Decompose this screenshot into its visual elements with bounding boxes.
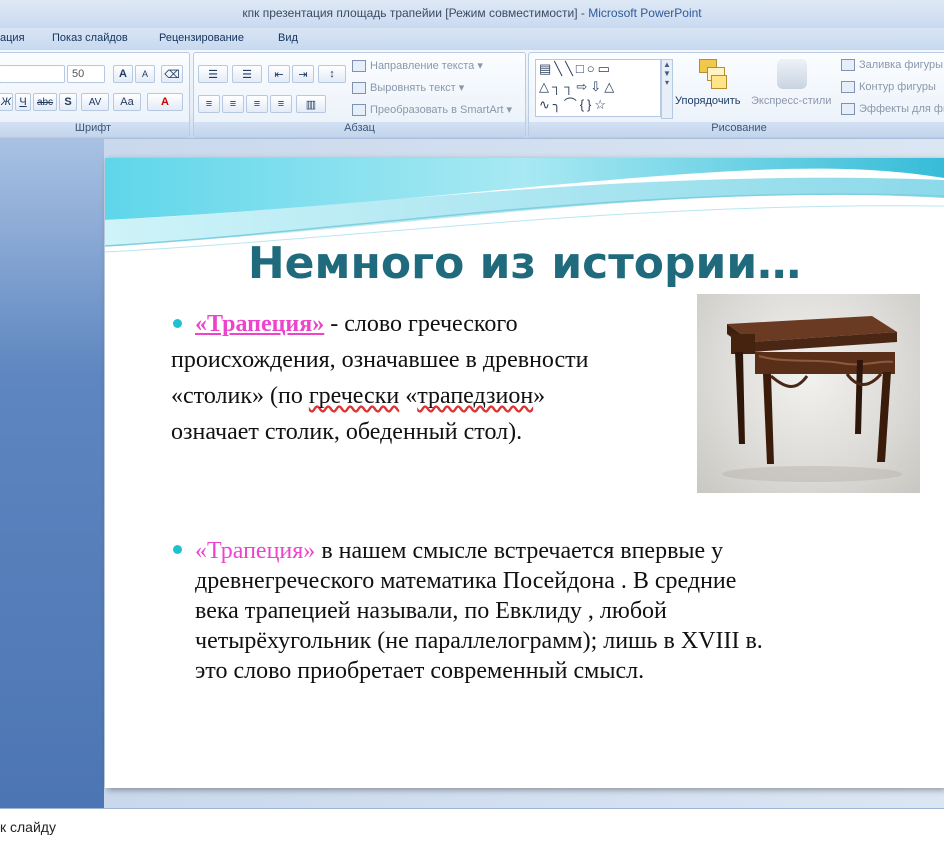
title-bar: кпк презентация площадь трапейии [Режим … bbox=[0, 0, 944, 29]
tab-slideshow[interactable]: Показ слайдов bbox=[52, 32, 128, 44]
increase-indent-button[interactable]: ⇥ bbox=[292, 65, 314, 83]
slides-pane[interactable] bbox=[0, 139, 104, 808]
shrink-font-button[interactable]: A bbox=[135, 65, 155, 83]
clear-format-button[interactable]: ⌫ bbox=[161, 65, 183, 83]
slide-title[interactable]: Немного из истории… bbox=[105, 238, 944, 289]
numbering-button[interactable]: ☰ bbox=[232, 65, 262, 83]
change-case-button[interactable]: Aa bbox=[113, 93, 141, 111]
text-direction-button[interactable]: Направление текста ▾ bbox=[352, 59, 483, 73]
pen-icon bbox=[841, 81, 855, 94]
shape-effects-button[interactable]: Эффекты для фи bbox=[841, 103, 944, 116]
italic-button[interactable]: Ж bbox=[0, 93, 13, 111]
numbered-list-icon: ☰ bbox=[242, 68, 252, 81]
align-right-icon: ≡ bbox=[253, 98, 261, 110]
shapes-row-1: ▤╲╲□○▭ bbox=[539, 61, 613, 76]
underline-button[interactable]: Ч bbox=[15, 93, 31, 111]
decrease-indent-button[interactable]: ⇤ bbox=[268, 65, 290, 83]
table-image bbox=[722, 316, 902, 482]
char-spacing-button[interactable]: AV bbox=[81, 93, 109, 111]
p2-line-4: четырёхугольник (не параллелограмм); лиш… bbox=[195, 628, 763, 654]
paragraph-group: ☰ ☰ ⇤ ⇥ ↕ ≡ ≡ ≡ ≡ ▥ Направление текста ▾… bbox=[193, 52, 526, 138]
justify-icon: ≡ bbox=[277, 98, 285, 110]
window-title: кпк презентация площадь трапейии [Режим … bbox=[242, 6, 702, 20]
bullets-button[interactable]: ☰ bbox=[198, 65, 228, 83]
columns-button[interactable]: ▥ bbox=[296, 95, 326, 113]
align-center-icon: ≡ bbox=[229, 98, 237, 110]
drawing-group: ▤╲╲□○▭ △┐┐⇨⇩△ ∿╮⌒{}☆ ▲ ▼ ▾ Упорядочить Экс… bbox=[528, 52, 944, 138]
notes-pane[interactable]: к слайду bbox=[0, 808, 944, 849]
align-left-icon: ≡ bbox=[205, 98, 213, 110]
p2-line-5: это слово приобретает современный смысл. bbox=[195, 658, 645, 684]
text-direction-icon bbox=[352, 60, 366, 73]
shapes-row-2: △┐┐⇨⇩△ bbox=[539, 79, 618, 94]
smartart-icon bbox=[352, 104, 366, 117]
bullet-dot bbox=[173, 545, 182, 554]
p1-line-3: «столик» (по гречески «трапедзион» bbox=[171, 383, 546, 409]
p1-line-1: «Трапеция» - слово греческого bbox=[195, 311, 518, 337]
paragraph-2[interactable]: «Трапеция» в нашем смысле встречается вп… bbox=[195, 536, 935, 686]
quick-styles-icon bbox=[777, 59, 807, 89]
p1-line-4: означает столик, обеденный стол). bbox=[171, 419, 523, 445]
align-text-button[interactable]: Выровнять текст ▾ bbox=[352, 81, 464, 95]
shape-outline-button[interactable]: Контур фигуры bbox=[841, 81, 936, 94]
effects-icon bbox=[841, 103, 855, 116]
ribbon-tabs: ация Показ слайдов Рецензирование Вид bbox=[0, 28, 944, 50]
paragraph-group-label: Абзац bbox=[194, 122, 525, 137]
align-left-button[interactable]: ≡ bbox=[198, 95, 220, 113]
line-spacing-icon: ↕ bbox=[329, 68, 335, 80]
drawing-group-label: Рисование bbox=[529, 122, 944, 137]
align-text-icon bbox=[352, 82, 366, 95]
font-group: 50 A A ⌫ Ж Ч abc S AV Aa A Шрифт bbox=[0, 52, 190, 138]
paint-bucket-icon bbox=[841, 59, 855, 72]
align-center-button[interactable]: ≡ bbox=[222, 95, 244, 113]
justify-button[interactable]: ≡ bbox=[270, 95, 292, 113]
shadow-button[interactable]: S bbox=[59, 93, 77, 111]
tab-view[interactable]: Вид bbox=[278, 32, 298, 44]
outdent-icon: ⇤ bbox=[274, 68, 284, 81]
shape-fill-button[interactable]: Заливка фигуры bbox=[841, 59, 943, 72]
p2-line-3: века трапецией называли, по Евклиду , лю… bbox=[195, 598, 667, 624]
columns-icon: ▥ bbox=[305, 98, 317, 111]
font-group-label: Шрифт bbox=[0, 122, 189, 137]
shapes-scroll[interactable]: ▲ ▼ ▾ bbox=[661, 59, 673, 119]
quick-styles-button[interactable]: Экспресс-стили bbox=[751, 95, 831, 107]
grow-font-button[interactable]: A bbox=[113, 65, 133, 83]
slide[interactable]: Немного из истории… «Трапеция» - слово г… bbox=[105, 158, 944, 788]
convert-smartart-button[interactable]: Преобразовать в SmartArt ▾ bbox=[352, 103, 512, 117]
bullet-list-icon: ☰ bbox=[208, 68, 218, 81]
align-right-button[interactable]: ≡ bbox=[246, 95, 268, 113]
term-link[interactable]: «Трапеция» bbox=[195, 311, 324, 337]
paragraph-1[interactable]: «Трапеция» - слово греческого происхожде… bbox=[171, 306, 711, 450]
arrange-icon bbox=[697, 57, 727, 89]
eraser-icon: ⌫ bbox=[164, 68, 180, 81]
table-photo[interactable] bbox=[697, 294, 920, 493]
term-highlight: «Трапеция» bbox=[195, 538, 316, 564]
indent-icon: ⇥ bbox=[298, 68, 308, 81]
arrange-button[interactable]: Упорядочить bbox=[675, 95, 740, 107]
font-color-button[interactable]: A bbox=[147, 93, 183, 111]
notes-placeholder: к слайду bbox=[0, 819, 56, 835]
p1-line-2: происхождения, означавшее в древности bbox=[171, 347, 589, 373]
font-size-input[interactable]: 50 bbox=[67, 65, 105, 83]
line-spacing-button[interactable]: ↕ bbox=[318, 65, 346, 83]
tab-review[interactable]: Рецензирование bbox=[159, 32, 244, 44]
tab-animation[interactable]: ация bbox=[0, 32, 25, 44]
ribbon: 50 A A ⌫ Ж Ч abc S AV Aa A Шрифт ☰ ☰ ⇤ ⇥… bbox=[0, 50, 944, 139]
p2-line-1: «Трапеция» в нашем смысле встречается вп… bbox=[195, 538, 724, 564]
font-name-input[interactable] bbox=[0, 65, 65, 83]
p2-line-2: древнегреческого математика Посейдона . … bbox=[195, 568, 737, 594]
shapes-row-3: ∿╮⌒{}☆ bbox=[539, 97, 610, 112]
shapes-gallery[interactable]: ▤╲╲□○▭ △┐┐⇨⇩△ ∿╮⌒{}☆ bbox=[535, 59, 661, 117]
strikethrough-button[interactable]: abc bbox=[33, 93, 57, 111]
